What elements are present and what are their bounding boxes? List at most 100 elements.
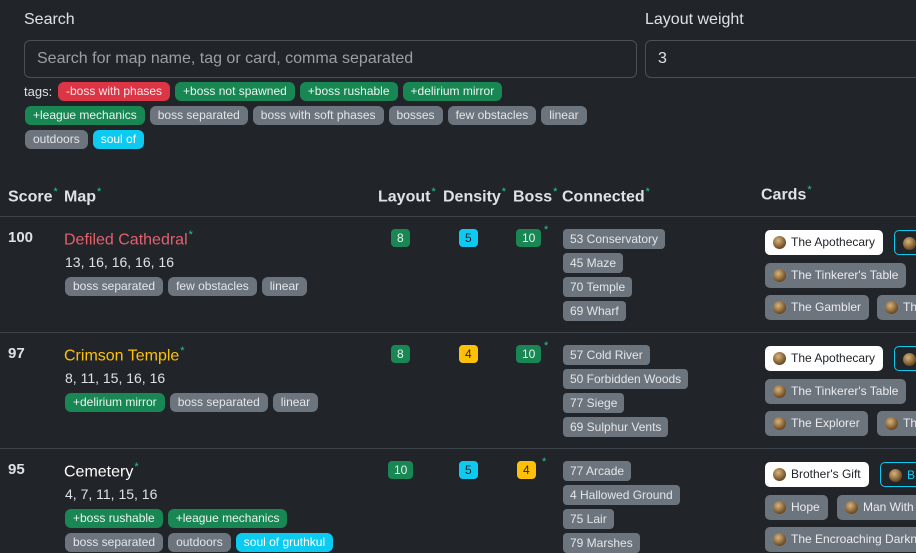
column-header-density[interactable]: Density* [443, 186, 506, 206]
tag-filter[interactable]: +boss not spawned [175, 82, 295, 101]
card-icon [773, 236, 786, 249]
layout-badge: 10 [388, 461, 414, 479]
divination-card[interactable]: The Apothecary [765, 230, 884, 255]
tag-filter[interactable]: +delirium mirror [402, 82, 503, 101]
tag-filter[interactable]: +boss rushable [299, 82, 398, 101]
column-header-connected[interactable]: Connected* [562, 186, 650, 206]
divination-card[interactable]: Hope [765, 495, 828, 520]
tag-filter[interactable]: few obstacles [447, 106, 537, 125]
connected-map[interactable]: 4 Hallowed Ground [563, 485, 680, 505]
column-header-score[interactable]: Score* [8, 186, 58, 206]
divination-card[interactable]: Man With [837, 495, 916, 520]
map-tag[interactable]: linear [261, 277, 308, 296]
sort-star-icon: * [431, 186, 436, 198]
tag-filter-row-1: -boss with phases +boss not spawned +bos… [58, 82, 503, 101]
tag-filter[interactable]: boss with soft phases [252, 106, 384, 125]
map-name-link[interactable]: Crimson Temple* [64, 345, 185, 365]
connected-map[interactable]: 53 Conservatory [563, 229, 666, 249]
density-badge: 5 [459, 461, 478, 479]
column-header-boss[interactable]: Boss* [513, 186, 557, 206]
connected-map[interactable]: 57 Cold River [563, 345, 650, 365]
card-icon [773, 352, 786, 365]
card-icon [845, 501, 858, 514]
row-score: 100 [8, 229, 34, 246]
card-icon [773, 269, 786, 282]
map-levels: 4, 7, 11, 15, 16 [65, 486, 158, 502]
connected-map[interactable]: 70 Temple [563, 277, 633, 297]
map-tag[interactable]: soul of gruthkul [235, 533, 334, 552]
connected-map[interactable]: 77 Arcade [563, 461, 632, 481]
layout-weight-label: Layout weight [645, 11, 744, 28]
tag-filter[interactable]: outdoors [25, 130, 88, 149]
map-tags: boss separated outdoors soul of gruthkul [65, 533, 334, 552]
map-tag[interactable]: outdoors [168, 533, 231, 552]
layout-weight-input[interactable] [645, 40, 916, 78]
divination-card[interactable]: The Gambler [765, 295, 870, 320]
map-name-link[interactable]: Defiled Cathedral* [64, 229, 193, 249]
divination-card[interactable]: Th [877, 295, 916, 320]
density-badge: 5 [459, 229, 478, 247]
star-icon: * [544, 340, 549, 352]
map-tag[interactable]: linear [272, 393, 319, 412]
divination-card[interactable]: The Encroaching Darkn [765, 527, 916, 552]
tag-filter[interactable]: -boss with phases [58, 82, 171, 101]
map-name-link[interactable]: Cemetery* [64, 461, 139, 481]
card-icon [903, 353, 916, 366]
divination-card[interactable]: Th [877, 411, 916, 436]
tag-filter[interactable]: boss separated [149, 106, 248, 125]
map-tag[interactable]: few obstacles [168, 277, 257, 296]
map-tag[interactable]: boss separated [169, 393, 268, 412]
column-header-map[interactable]: Map* [64, 186, 101, 206]
divination-card[interactable] [894, 346, 916, 371]
map-tags: boss separated few obstacles linear [65, 277, 308, 296]
card-icon [773, 385, 786, 398]
boss-badge: 4 [517, 461, 536, 479]
map-tag[interactable]: +delirium mirror [65, 393, 165, 412]
connected-map[interactable]: 79 Marshes [563, 533, 640, 553]
column-header-layout[interactable]: Layout* [378, 186, 436, 206]
card-icon [885, 301, 898, 314]
connected-map[interactable]: 69 Sulphur Vents [563, 417, 669, 437]
map-tag[interactable]: +boss rushable [65, 509, 163, 528]
star-icon: * [180, 345, 185, 357]
tag-filter[interactable]: soul of [92, 130, 145, 149]
divination-card[interactable]: The Tinkerer's Table [765, 379, 907, 404]
map-tag[interactable]: boss separated [65, 277, 164, 296]
card-icon [773, 301, 786, 314]
star-icon: * [544, 224, 549, 236]
divination-card[interactable]: Brother's Gift [765, 462, 869, 487]
boss-badge: 10 [516, 229, 542, 247]
connected-map[interactable]: 50 Forbidden Woods [563, 369, 689, 389]
card-icon [773, 417, 786, 430]
card-icon [889, 469, 902, 482]
map-levels: 13, 16, 16, 16, 16 [65, 254, 174, 270]
sort-star-icon: * [645, 186, 650, 198]
boss-badge: 10 [516, 345, 542, 363]
connected-map[interactable]: 75 Lair [563, 509, 614, 529]
tag-filter[interactable]: linear [541, 106, 587, 125]
sort-star-icon: * [97, 186, 102, 198]
connected-map[interactable]: 77 Siege [563, 393, 625, 413]
divination-card[interactable]: The Explorer [765, 411, 868, 436]
divination-card[interactable]: The Apothecary [765, 346, 884, 371]
tag-filter-row-2: +league mechanics boss separated boss wi… [25, 106, 587, 125]
tag-filter[interactable]: +league mechanics [25, 106, 145, 125]
map-tag[interactable]: boss separated [65, 533, 164, 552]
map-tag[interactable]: +league mechanics [167, 509, 288, 528]
sort-star-icon: * [53, 186, 58, 198]
search-input[interactable] [24, 40, 637, 78]
divination-card[interactable]: B [880, 462, 916, 487]
map-tags: +delirium mirror boss separated linear [65, 393, 319, 412]
tags-label: tags: [24, 84, 53, 99]
tag-filter[interactable]: bosses [388, 106, 443, 125]
layout-badge: 8 [391, 229, 410, 247]
connected-map[interactable]: 45 Maze [563, 253, 624, 273]
card-icon [903, 237, 916, 250]
column-header-cards[interactable]: Cards* [761, 184, 812, 204]
connected-map[interactable]: 69 Wharf [563, 301, 626, 321]
row-divider [0, 332, 916, 333]
row-score: 95 [8, 461, 25, 478]
row-divider [0, 216, 916, 217]
divination-card[interactable] [894, 230, 916, 255]
divination-card[interactable]: The Tinkerer's Table [765, 263, 907, 288]
